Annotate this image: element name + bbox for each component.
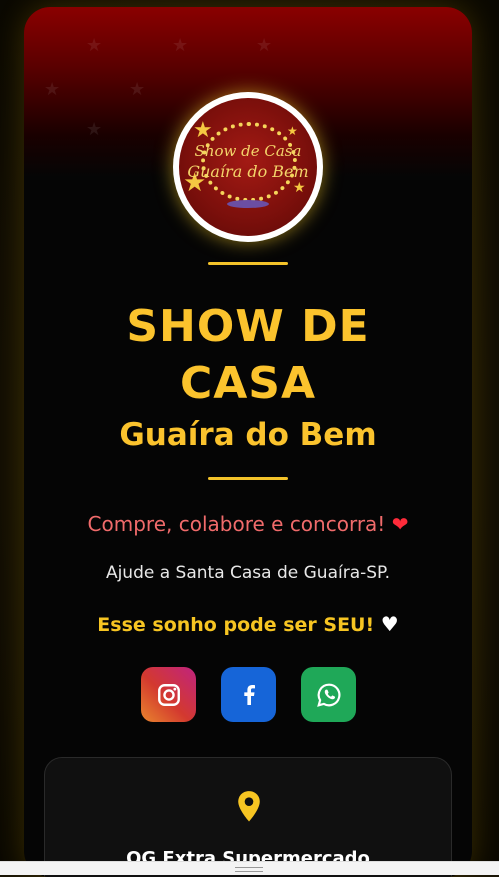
logo-star-icon: ★ [193, 118, 213, 143]
heart-icon: ❤ [391, 512, 409, 536]
facebook-button[interactable] [221, 667, 276, 722]
page-title-line1: SHOW DE [126, 301, 370, 352]
logo-text-line2: Guaíra do Bem [187, 162, 309, 181]
whatsapp-icon [316, 683, 340, 707]
page-subtitle: Guaíra do Bem [119, 417, 377, 453]
tagline: Compre, colabore e concorra! ❤ [24, 512, 472, 536]
page-title-line2: CASA [179, 358, 317, 409]
dream-line: Esse sonho pode ser SEU! ♥ [24, 612, 472, 636]
logo-base [227, 200, 269, 208]
instagram-icon [157, 683, 180, 706]
help-text: Ajude a Santa Casa de Guaíra-SP. [105, 563, 391, 583]
map-pin-icon [238, 791, 260, 822]
star-decoration-icon: ★ [256, 35, 273, 56]
instagram-button[interactable] [141, 667, 196, 722]
whatsapp-button[interactable] [301, 667, 356, 722]
star-decoration-icon: ★ [129, 79, 146, 100]
star-decoration-icon: ★ [44, 79, 61, 100]
logo-text-line1: Show de Casa [194, 142, 302, 160]
divider-bottom [208, 477, 288, 480]
logo: ★ ★ ★ ★ Show de Casa Guaíra do Bem [173, 92, 323, 242]
star-decoration-icon: ★ [86, 35, 103, 56]
logo-star-icon: ★ [287, 124, 298, 138]
browser-bottom-bar [0, 861, 499, 875]
logo-image: ★ ★ ★ ★ Show de Casa Guaíra do Bem [179, 98, 317, 236]
star-decoration-icon: ★ [86, 119, 103, 140]
drag-handle-icon[interactable] [235, 867, 263, 872]
location-card[interactable]: OG Extra Supermercado [44, 757, 452, 877]
divider-top [208, 262, 288, 265]
profile-card: ★ ★ ★ ★ ★ ★ ★ ★ ★ ★ Show de Casa Guaíra … [24, 7, 472, 877]
tagline-text: Compre, colabore e concorra! [87, 512, 386, 536]
white-heart-icon: ♥ [380, 612, 399, 636]
star-decoration-icon: ★ [172, 35, 189, 56]
dream-text: Esse sonho pode ser SEU! [97, 614, 375, 636]
logo-star-icon: ★ [293, 180, 306, 196]
facebook-icon [243, 684, 255, 705]
